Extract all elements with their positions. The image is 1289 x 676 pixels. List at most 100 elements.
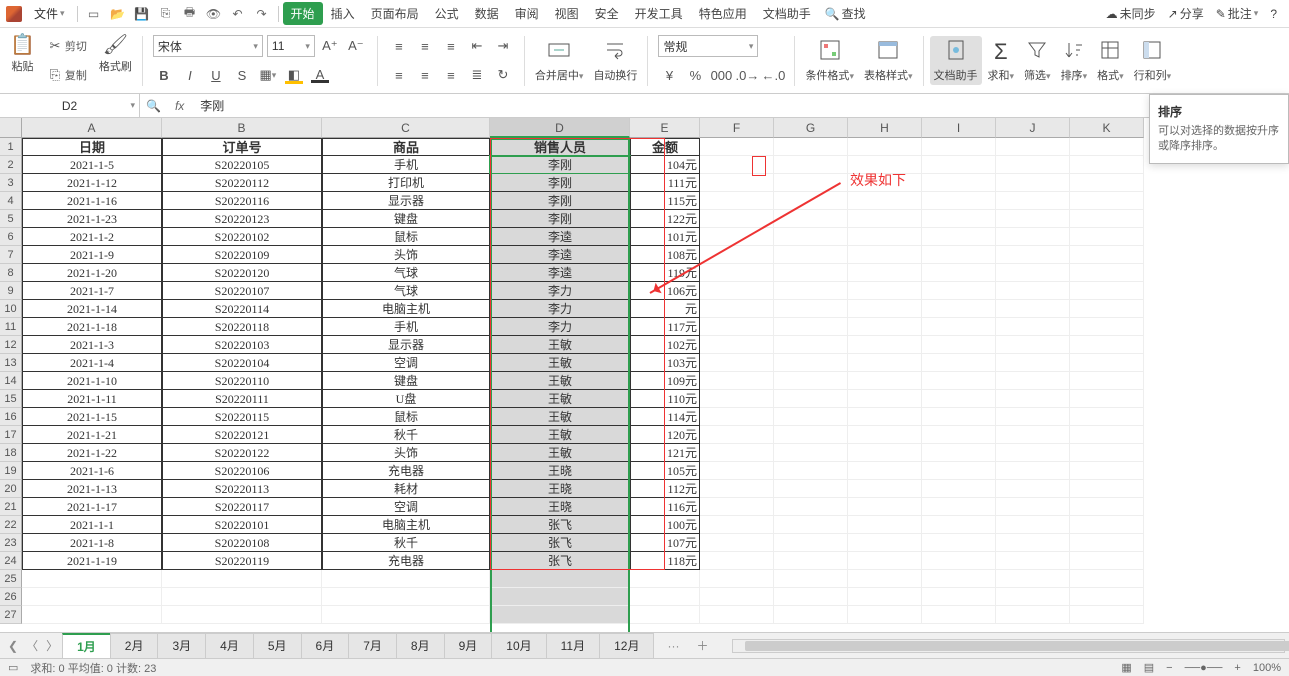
empty-cell[interactable] — [700, 606, 774, 624]
cell-A21[interactable]: 2021-1-17 — [22, 498, 162, 516]
cell-E10[interactable]: 元 — [630, 300, 700, 318]
row-header-8[interactable]: 8 — [0, 264, 22, 282]
empty-cell[interactable] — [700, 264, 774, 282]
row-header-23[interactable]: 23 — [0, 534, 22, 552]
empty-cell[interactable] — [848, 264, 922, 282]
empty-cell[interactable] — [848, 570, 922, 588]
indent-inc-icon[interactable]: ⇥ — [492, 35, 514, 57]
cell-C21[interactable]: 空调 — [322, 498, 490, 516]
cell-D20[interactable]: 王晓 — [490, 480, 630, 498]
sort-button[interactable]: 排序▾ — [1057, 38, 1092, 83]
empty-cell[interactable] — [774, 336, 848, 354]
empty-cell[interactable] — [996, 606, 1070, 624]
cell-B22[interactable]: S20220101 — [162, 516, 322, 534]
empty-cell[interactable] — [774, 138, 848, 156]
empty-cell[interactable] — [848, 300, 922, 318]
cell-B10[interactable]: S20220114 — [162, 300, 322, 318]
empty-cell[interactable] — [700, 462, 774, 480]
empty-cell[interactable] — [774, 156, 848, 174]
cell-C23[interactable]: 秋千 — [322, 534, 490, 552]
row-header-15[interactable]: 15 — [0, 390, 22, 408]
empty-cell[interactable] — [922, 282, 996, 300]
empty-cell[interactable] — [700, 372, 774, 390]
empty-cell[interactable] — [1070, 588, 1144, 606]
cell-D24[interactable]: 张飞 — [490, 552, 630, 570]
empty-cell[interactable] — [1070, 498, 1144, 516]
empty-cell[interactable] — [1070, 570, 1144, 588]
empty-cell[interactable] — [848, 606, 922, 624]
align-center-icon[interactable]: ≡ — [414, 64, 436, 86]
empty-cell[interactable] — [848, 588, 922, 606]
empty-cell[interactable] — [700, 336, 774, 354]
cell-D16[interactable]: 王敏 — [490, 408, 630, 426]
empty-cell[interactable] — [490, 570, 630, 588]
empty-cell[interactable] — [1070, 534, 1144, 552]
redo-icon[interactable]: ↷ — [253, 5, 271, 23]
empty-cell[interactable] — [1070, 228, 1144, 246]
spreadsheet-grid[interactable]: ABCDEFGHIJK1日期订单号商品销售人员金额22021-1-5S20220… — [0, 118, 1289, 624]
sheet-tab-12月[interactable]: 12月 — [599, 633, 654, 658]
saveas-icon[interactable]: ⎘ — [157, 5, 175, 23]
empty-cell[interactable] — [922, 246, 996, 264]
empty-cell[interactable] — [922, 156, 996, 174]
empty-cell[interactable] — [1070, 606, 1144, 624]
empty-cell[interactable] — [490, 606, 630, 624]
row-header-25[interactable]: 25 — [0, 570, 22, 588]
empty-cell[interactable] — [996, 444, 1070, 462]
empty-cell[interactable] — [848, 192, 922, 210]
empty-cell[interactable] — [1070, 516, 1144, 534]
cell-C5[interactable]: 键盘 — [322, 210, 490, 228]
paste-button[interactable]: 📋粘贴 — [10, 32, 35, 74]
cell-D14[interactable]: 王敏 — [490, 372, 630, 390]
cell-E22[interactable]: 100元 — [630, 516, 700, 534]
cell-C14[interactable]: 键盘 — [322, 372, 490, 390]
empty-cell[interactable] — [322, 588, 490, 606]
empty-cell[interactable] — [922, 516, 996, 534]
cell-D12[interactable]: 王敏 — [490, 336, 630, 354]
empty-cell[interactable] — [774, 246, 848, 264]
row-header-14[interactable]: 14 — [0, 372, 22, 390]
border-button[interactable]: ▦▾ — [257, 64, 279, 86]
empty-cell[interactable] — [700, 300, 774, 318]
tab-feature[interactable]: 特色应用 — [691, 1, 755, 26]
cell-B24[interactable]: S20220119 — [162, 552, 322, 570]
cell-A19[interactable]: 2021-1-6 — [22, 462, 162, 480]
empty-cell[interactable] — [996, 282, 1070, 300]
empty-cell[interactable] — [922, 372, 996, 390]
cell-C2[interactable]: 手机 — [322, 156, 490, 174]
zoom-level[interactable]: 100% — [1253, 662, 1281, 674]
empty-cell[interactable] — [162, 606, 322, 624]
cell-C20[interactable]: 耗材 — [322, 480, 490, 498]
empty-cell[interactable] — [700, 588, 774, 606]
open-icon[interactable]: 📂 — [109, 5, 127, 23]
col-header-I[interactable]: I — [922, 118, 996, 138]
empty-cell[interactable] — [996, 516, 1070, 534]
empty-cell[interactable] — [996, 354, 1070, 372]
cell-E19[interactable]: 105元 — [630, 462, 700, 480]
empty-cell[interactable] — [774, 588, 848, 606]
print-icon[interactable]: 🖶 — [181, 5, 199, 23]
empty-cell[interactable] — [996, 138, 1070, 156]
empty-cell[interactable] — [848, 318, 922, 336]
empty-cell[interactable] — [996, 336, 1070, 354]
empty-cell[interactable] — [848, 282, 922, 300]
empty-cell[interactable] — [1070, 264, 1144, 282]
tab-dochelper[interactable]: 文档助手 — [755, 1, 819, 26]
cell-E5[interactable]: 122元 — [630, 210, 700, 228]
formula-input[interactable]: 李刚 — [192, 97, 1289, 114]
cell-D3[interactable]: 李刚 — [490, 174, 630, 192]
empty-cell[interactable] — [774, 372, 848, 390]
sheet-tab-10月[interactable]: 10月 — [491, 633, 546, 658]
empty-cell[interactable] — [1070, 336, 1144, 354]
empty-cell[interactable] — [630, 588, 700, 606]
rowcol-button[interactable]: 行和列▾ — [1130, 38, 1176, 83]
empty-cell[interactable] — [848, 426, 922, 444]
cell-B19[interactable]: S20220106 — [162, 462, 322, 480]
cell-D15[interactable]: 王敏 — [490, 390, 630, 408]
empty-cell[interactable] — [848, 444, 922, 462]
wrap-button[interactable]: 自动换行 — [589, 38, 641, 83]
empty-cell[interactable] — [22, 606, 162, 624]
cell-E4[interactable]: 115元 — [630, 192, 700, 210]
empty-cell[interactable] — [774, 606, 848, 624]
sum-button[interactable]: Σ 求和▾ — [984, 39, 1019, 83]
